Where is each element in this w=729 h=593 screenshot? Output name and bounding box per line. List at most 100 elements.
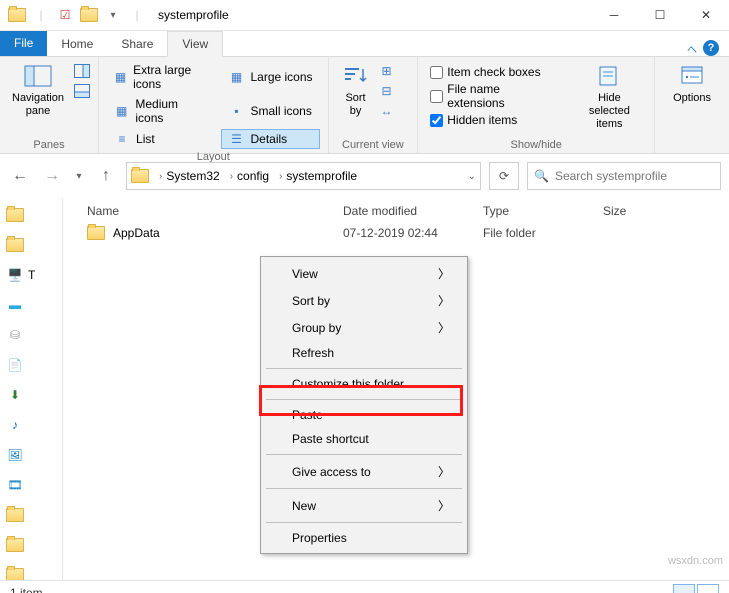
chevron-right-icon: 〉 — [438, 319, 450, 336]
crumb-systemprofile[interactable]: ›systemprofile — [275, 169, 361, 183]
group-by-icon[interactable]: ⊞ — [379, 63, 395, 79]
ctx-properties[interactable]: Properties — [264, 526, 464, 550]
refresh-button[interactable]: ⟳ — [489, 162, 519, 190]
layout-extra-large[interactable]: ▦Extra large icons — [107, 61, 213, 93]
group-label-panes: Panes — [8, 139, 90, 151]
tree-item[interactable]: ♪ — [6, 416, 56, 434]
tab-file[interactable]: File — [0, 31, 47, 56]
tab-home[interactable]: Home — [47, 32, 107, 56]
music-icon: ♪ — [6, 416, 24, 434]
separator — [266, 368, 462, 369]
ctx-view[interactable]: View〉 — [264, 260, 464, 287]
window-title: systemprofile — [158, 8, 229, 22]
options-icon — [677, 63, 707, 89]
document-icon: 📄 — [6, 356, 24, 374]
search-box[interactable]: 🔍 Search systemprofile — [527, 162, 721, 190]
tree-item[interactable]: 📄 — [6, 356, 56, 374]
details-icon: ☰ — [228, 131, 244, 147]
add-columns-icon[interactable]: ⊟ — [379, 83, 395, 99]
up-button[interactable]: ↑ — [94, 164, 118, 188]
chevron-right-icon: 〉 — [438, 497, 450, 514]
ctx-paste[interactable]: Paste — [264, 403, 464, 427]
ctx-refresh[interactable]: Refresh — [264, 341, 464, 365]
layout-medium[interactable]: ▦Medium icons — [107, 95, 213, 127]
size-columns-icon[interactable]: ↔ — [379, 103, 395, 119]
tree-item[interactable] — [6, 236, 56, 254]
back-button[interactable]: ← — [8, 164, 32, 188]
help-icon[interactable]: ? — [703, 40, 719, 56]
tree-item[interactable] — [6, 566, 56, 580]
ctx-new[interactable]: New〉 — [264, 492, 464, 519]
hidden-items-toggle[interactable]: Hidden items — [426, 109, 562, 131]
tree-item-thispc[interactable]: 🖥️T — [6, 266, 56, 284]
separator — [266, 454, 462, 455]
ctx-groupby[interactable]: Group by〉 — [264, 314, 464, 341]
ctx-paste-shortcut[interactable]: Paste shortcut — [264, 427, 464, 451]
forward-button[interactable]: → — [40, 164, 64, 188]
preview-pane-icon[interactable] — [74, 63, 90, 79]
navigation-pane-label: Navigation pane — [12, 92, 64, 118]
details-pane-icon[interactable] — [74, 83, 90, 99]
layout-gallery[interactable]: ▦Extra large icons ▦Large icons ▦Medium … — [107, 61, 320, 149]
tree-item[interactable]: 🎞 — [6, 476, 56, 494]
chevron-right-icon: 〉 — [438, 292, 450, 309]
qat-dropdown-icon[interactable]: ▾ — [102, 4, 124, 26]
ctx-customize[interactable]: Customize this folder... — [264, 372, 464, 396]
details-view-icon[interactable] — [673, 584, 695, 593]
hide-selected-button[interactable]: Hide selected items — [573, 61, 647, 133]
layout-details[interactable]: ☰Details — [221, 129, 319, 149]
tree-item[interactable]: 🖼 — [6, 446, 56, 464]
address-dropdown-icon[interactable]: ⌄ — [468, 171, 476, 182]
column-headers[interactable]: Name Date modified Type Size — [63, 204, 729, 224]
context-menu: View〉 Sort by〉 Group by〉 Refresh Customi… — [260, 256, 468, 554]
tree-item[interactable]: ⬇ — [6, 386, 56, 404]
close-button[interactable]: ✕ — [683, 0, 729, 30]
col-name[interactable]: Name — [87, 204, 343, 218]
properties-checkbox-icon[interactable]: ☑ — [54, 4, 76, 26]
col-size[interactable]: Size — [603, 204, 683, 218]
separator — [266, 399, 462, 400]
ctx-give-access[interactable]: Give access to〉 — [264, 458, 464, 485]
recent-dropdown-icon[interactable]: ▾ — [72, 164, 86, 188]
view-switcher[interactable] — [673, 584, 719, 593]
navigation-pane-button[interactable]: Navigation pane — [8, 61, 68, 120]
navigation-tree[interactable]: 🖥️T ▬ ⛁ 📄 ⬇ ♪ 🖼 🎞 — [0, 198, 63, 580]
group-label-currentview: Current view — [337, 139, 410, 151]
address-box[interactable]: ›System32 ›config ›systemprofile ⌄ — [126, 162, 481, 190]
collapse-ribbon-icon[interactable]: へ — [687, 41, 697, 56]
search-icon: 🔍 — [534, 169, 549, 183]
file-name-extensions-toggle[interactable]: File name extensions — [426, 85, 562, 107]
layout-small[interactable]: ▪Small icons — [221, 95, 319, 127]
tree-item[interactable] — [6, 206, 56, 224]
sort-icon — [341, 63, 371, 89]
folder-icon — [6, 4, 28, 26]
maximize-button[interactable]: ☐ — [637, 0, 683, 30]
download-icon: ⬇ — [6, 386, 24, 404]
col-type[interactable]: Type — [483, 204, 603, 218]
tab-share[interactable]: Share — [107, 32, 167, 56]
group-label-showhide: Show/hide — [426, 139, 646, 151]
tree-item[interactable]: ▬ — [6, 296, 56, 314]
pictures-icon: 🖼 — [6, 446, 24, 464]
crumb-system32[interactable]: ›System32 — [155, 169, 224, 183]
list-item[interactable]: AppData 07-12-2019 02:44 File folder — [63, 224, 729, 242]
medium-icon: ▦ — [114, 103, 129, 119]
item-check-boxes-toggle[interactable]: Item check boxes — [426, 61, 562, 83]
tree-item[interactable] — [6, 506, 56, 524]
chevron-right-icon: 〉 — [438, 463, 450, 480]
ctx-sortby[interactable]: Sort by〉 — [264, 287, 464, 314]
tab-view[interactable]: View — [167, 31, 223, 57]
options-button[interactable]: Options — [663, 61, 721, 107]
layout-list[interactable]: ≡List — [107, 129, 213, 149]
sort-by-button[interactable]: Sort by — [337, 61, 375, 120]
disk-icon: ⛁ — [6, 326, 24, 344]
tree-item[interactable]: ⛁ — [6, 326, 56, 344]
folder-icon — [87, 226, 105, 240]
minimize-button[interactable]: ─ — [591, 0, 637, 30]
layout-large[interactable]: ▦Large icons — [221, 61, 319, 93]
col-date[interactable]: Date modified — [343, 204, 483, 218]
tree-item[interactable] — [6, 536, 56, 554]
crumb-config[interactable]: ›config — [226, 169, 273, 183]
thumb-view-icon[interactable] — [697, 584, 719, 593]
extra-large-icon: ▦ — [114, 69, 127, 85]
